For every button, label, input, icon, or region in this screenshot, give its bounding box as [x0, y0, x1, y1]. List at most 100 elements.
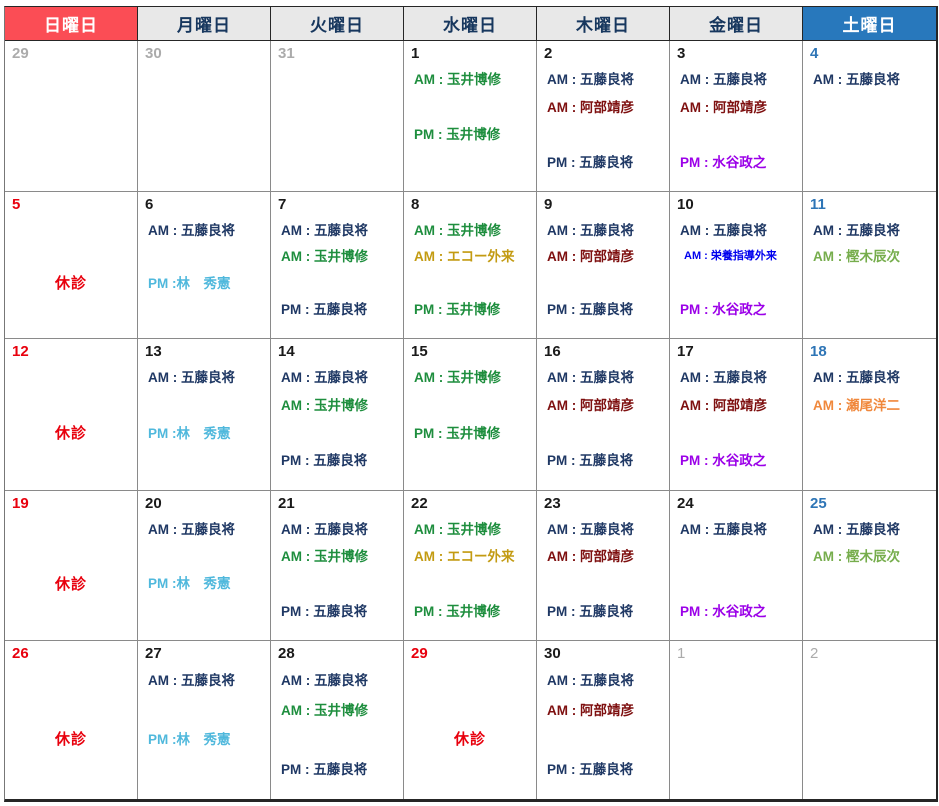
- day-schedule-slots: AM : 五藤良将AM : 栄養指導外来PM : 水谷政之: [670, 217, 802, 323]
- day-cell: 1AM : 玉井博修PM : 玉井博修: [404, 41, 537, 192]
- schedule-entry: AM : エコー外来: [404, 250, 515, 264]
- day-schedule-slots: [803, 666, 936, 784]
- schedule-entry: AM : 五藤良将: [537, 73, 634, 87]
- schedule-entry: AM : 五藤良将: [138, 523, 235, 537]
- schedule-entry: PM : 五藤良将: [537, 454, 633, 468]
- closed-label: 休診: [55, 426, 87, 441]
- day-number: 18: [803, 339, 936, 361]
- schedule-entry: PM :林 秀憲: [138, 577, 231, 591]
- schedule-entry: AM : 五藤良将: [537, 523, 634, 537]
- schedule-entry: AM : 樫木辰次: [803, 550, 900, 564]
- day-schedule-slots: AM : 五藤良将 PM :林 秀憲: [138, 516, 270, 625]
- day-number: 20: [138, 491, 270, 513]
- day-schedule-slots: AM : 五藤良将AM : 玉井博修PM : 五藤良将: [271, 364, 403, 475]
- day-schedule-slots: 休診: [5, 364, 137, 475]
- day-number: 11: [803, 192, 936, 214]
- schedule-entry: AM : 五藤良将: [271, 371, 368, 385]
- schedule-entry: AM : 阿部靖彦: [537, 704, 634, 718]
- schedule-entry: PM : 水谷政之: [670, 605, 766, 619]
- day-number: 6: [138, 192, 270, 214]
- header-cell-sunday: 日曜日: [5, 7, 138, 40]
- day-number: 25: [803, 491, 936, 513]
- schedule-entry: PM :林 秀憲: [138, 277, 231, 291]
- day-cell: 14AM : 五藤良将AM : 玉井博修PM : 五藤良将: [271, 339, 404, 491]
- schedule-entry: AM : 阿部靖彦: [537, 250, 634, 264]
- day-number: 10: [670, 192, 802, 214]
- day-schedule-slots: AM : 五藤良将: [803, 66, 936, 176]
- day-schedule-slots: AM : 五藤良将 PM :林 秀憲: [138, 364, 270, 475]
- day-schedule-slots: 休診: [404, 666, 536, 784]
- day-number: 4: [803, 41, 936, 63]
- schedule-entry: PM : 五藤良将: [271, 605, 367, 619]
- doctor-schedule-calendar: 日曜日 月曜日 火曜日 水曜日 木曜日 金曜日 土曜日 2930311AM : …: [4, 6, 938, 802]
- schedule-entry: AM : 五藤良将: [803, 371, 900, 385]
- schedule-entry: AM : 五藤良将: [271, 674, 368, 688]
- schedule-entry: AM : 五藤良将: [537, 674, 634, 688]
- header-cell-wednesday: 水曜日: [404, 7, 537, 40]
- day-cell: 29: [5, 41, 138, 192]
- schedule-entry: AM : 五藤良将: [537, 371, 634, 385]
- day-schedule-slots: AM : 五藤良将 PM : 水谷政之: [670, 516, 802, 625]
- day-cell: 24AM : 五藤良将PM : 水谷政之: [670, 491, 803, 641]
- day-schedule-slots: AM : 五藤良将 AM : 阿部靖彦 PM : 五藤良将: [537, 364, 669, 475]
- day-number: 9: [537, 192, 669, 214]
- day-cell: 21AM : 五藤良将AM : 玉井博修PM : 五藤良将: [271, 491, 404, 641]
- day-schedule-slots: AM : 五藤良将AM : 玉井博修PM : 五藤良将: [271, 217, 403, 323]
- schedule-entry: PM : 水谷政之: [670, 303, 766, 317]
- day-schedule-slots: AM : 五藤良将AM : 阿部靖彦PM : 五藤良将: [537, 66, 669, 176]
- schedule-entry: AM : 五藤良将: [670, 523, 767, 537]
- day-schedule-slots: [670, 666, 802, 784]
- schedule-entry: PM :林 秀憲: [138, 427, 231, 441]
- day-cell: 8AM : 玉井博修AM : エコー外来PM : 玉井博修: [404, 192, 537, 339]
- day-number: 3: [670, 41, 802, 63]
- day-cell: 25 AM : 五藤良将 AM : 樫木辰次: [803, 491, 936, 641]
- closed-label: 休診: [454, 732, 486, 747]
- day-schedule-slots: AM : 五藤良将AM : 玉井博修PM : 五藤良将: [271, 516, 403, 625]
- day-cell: 2AM : 五藤良将AM : 阿部靖彦PM : 五藤良将: [537, 41, 670, 192]
- schedule-entry: AM : 五藤良将: [537, 224, 634, 238]
- day-schedule-slots: AM : 五藤良将PM :林 秀憲: [138, 666, 270, 784]
- day-cell: 30: [138, 41, 271, 192]
- day-cell: 5休診: [5, 192, 138, 339]
- day-number: 30: [537, 641, 669, 663]
- schedule-entry: AM : 五藤良将: [803, 523, 900, 537]
- day-schedule-slots: AM : 五藤良将AM : 阿部靖彦PM : 五藤良将: [537, 666, 669, 784]
- schedule-entry: AM : 阿部靖彦: [537, 101, 634, 115]
- calendar-header-row: 日曜日 月曜日 火曜日 水曜日 木曜日 金曜日 土曜日: [5, 7, 936, 41]
- schedule-entry: AM : 阿部靖彦: [670, 101, 767, 115]
- schedule-entry: AM : 五藤良将: [670, 73, 767, 87]
- day-number: 30: [138, 41, 270, 63]
- day-schedule-slots: [138, 66, 270, 176]
- day-cell: 2: [803, 641, 936, 799]
- schedule-entry: AM : 五藤良将: [138, 371, 235, 385]
- day-cell: 10 AM : 五藤良将AM : 栄養指導外来PM : 水谷政之: [670, 192, 803, 339]
- day-cell: 3AM : 五藤良将AM : 阿部靖彦PM : 水谷政之: [670, 41, 803, 192]
- day-number: 14: [271, 339, 403, 361]
- schedule-entry: AM : 阿部靖彦: [537, 399, 634, 413]
- day-number: 5: [5, 192, 137, 214]
- day-schedule-slots: AM : 五藤良将AM : 阿部靖彦PM : 五藤良将: [537, 217, 669, 323]
- schedule-entry: PM : 五藤良将: [271, 303, 367, 317]
- day-number: 15: [404, 339, 536, 361]
- schedule-entry: AM : 玉井博修: [271, 250, 368, 264]
- day-cell: 20 AM : 五藤良将 PM :林 秀憲: [138, 491, 271, 641]
- schedule-entry: AM : エコー外来: [404, 550, 515, 564]
- schedule-entry: PM : 玉井博修: [404, 605, 500, 619]
- closed-label: 休診: [55, 577, 87, 592]
- day-number: 19: [5, 491, 137, 513]
- day-cell: 29 休診: [404, 641, 537, 799]
- schedule-entry: AM : 玉井博修: [404, 73, 501, 87]
- day-number: 29: [404, 641, 536, 663]
- day-number: 22: [404, 491, 536, 513]
- day-schedule-slots: AM : 五藤良将AM : 樫木辰次: [803, 217, 936, 323]
- schedule-entry: AM : 瀬尾洋二: [803, 399, 900, 413]
- calendar-body: 2930311AM : 玉井博修PM : 玉井博修2AM : 五藤良将AM : …: [5, 41, 936, 799]
- schedule-entry: AM : 五藤良将: [138, 674, 235, 688]
- day-number: 17: [670, 339, 802, 361]
- schedule-entry: AM : 五藤良将: [670, 371, 767, 385]
- header-cell-thursday: 木曜日: [537, 7, 670, 40]
- day-schedule-slots: AM : 玉井博修PM : 玉井博修: [404, 364, 536, 475]
- day-schedule-slots: AM : 五藤良将AM : 阿部靖彦PM : 水谷政之: [670, 66, 802, 176]
- schedule-entry: AM : 玉井博修: [271, 399, 368, 413]
- schedule-entry: AM : 玉井博修: [271, 550, 368, 564]
